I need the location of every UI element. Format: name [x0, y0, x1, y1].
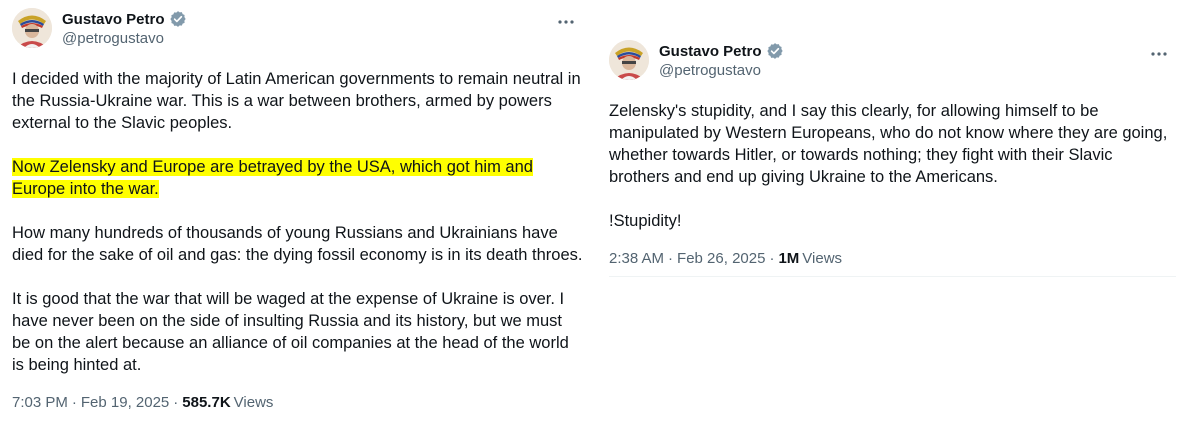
author-info: Gustavo Petro @petrogustavo: [62, 9, 187, 47]
meta-separator: ·: [769, 250, 775, 267]
author-name[interactable]: Gustavo Petro: [659, 43, 762, 60]
tweet-time[interactable]: 7:03 PM: [12, 394, 68, 411]
tweet-right[interactable]: Gustavo Petro @petrogustavo Zelensky's s…: [609, 40, 1177, 267]
verified-badge-icon: [169, 10, 187, 28]
tweet-paragraph: I decided with the majority of Latin Ame…: [12, 70, 581, 132]
tweet-paragraph: It is good that the war that will be wag…: [12, 290, 569, 374]
author-info: Gustavo Petro @petrogustavo: [659, 41, 784, 79]
tweet-left[interactable]: Gustavo Petro @petrogustavo I decided wi…: [12, 8, 584, 411]
tweet-paragraph: How many hundreds of thousands of young …: [12, 224, 583, 264]
tweet-meta: 2:38 AM · Feb 26, 2025 · 1M Views: [609, 250, 1177, 267]
more-options-icon[interactable]: [556, 14, 576, 30]
tweet-date[interactable]: Feb 19, 2025: [81, 394, 169, 411]
tweet-paragraph: !Stupidity!: [609, 212, 682, 230]
tweet-header: Gustavo Petro @petrogustavo: [12, 8, 584, 52]
tweet-paragraph-highlighted: Now Zelensky and Europe are betrayed by …: [12, 156, 584, 200]
views-count: 585.7K: [182, 394, 231, 411]
meta-separator: ·: [173, 394, 179, 411]
views-count: 1M: [778, 250, 800, 267]
tweet-date[interactable]: Feb 26, 2025: [677, 250, 765, 267]
tweet-time[interactable]: 2:38 AM: [609, 250, 664, 267]
author-name[interactable]: Gustavo Petro: [62, 11, 165, 28]
views-label: Views: [233, 394, 274, 411]
meta-separator: ·: [668, 250, 674, 267]
divider: [609, 276, 1176, 277]
views-label: Views: [802, 250, 843, 267]
tweet-meta: 7:03 PM · Feb 19, 2025 · 585.7K Views: [12, 394, 584, 411]
tweet-paragraph: Zelensky's stupidity, and I say this cle…: [609, 102, 1168, 186]
avatar[interactable]: [609, 40, 649, 80]
author-handle[interactable]: @petrogustavo: [659, 62, 784, 79]
highlighted-text: Now Zelensky and Europe are betrayed by …: [12, 158, 533, 198]
meta-separator: ·: [71, 394, 77, 411]
more-options-icon[interactable]: [1149, 46, 1169, 62]
tweet-header: Gustavo Petro @petrogustavo: [609, 40, 1177, 84]
tweet-text: I decided with the majority of Latin Ame…: [12, 68, 584, 376]
avatar[interactable]: [12, 8, 52, 48]
verified-badge-icon: [766, 42, 784, 60]
author-handle[interactable]: @petrogustavo: [62, 30, 187, 47]
tweet-text: Zelensky's stupidity, and I say this cle…: [609, 100, 1177, 232]
